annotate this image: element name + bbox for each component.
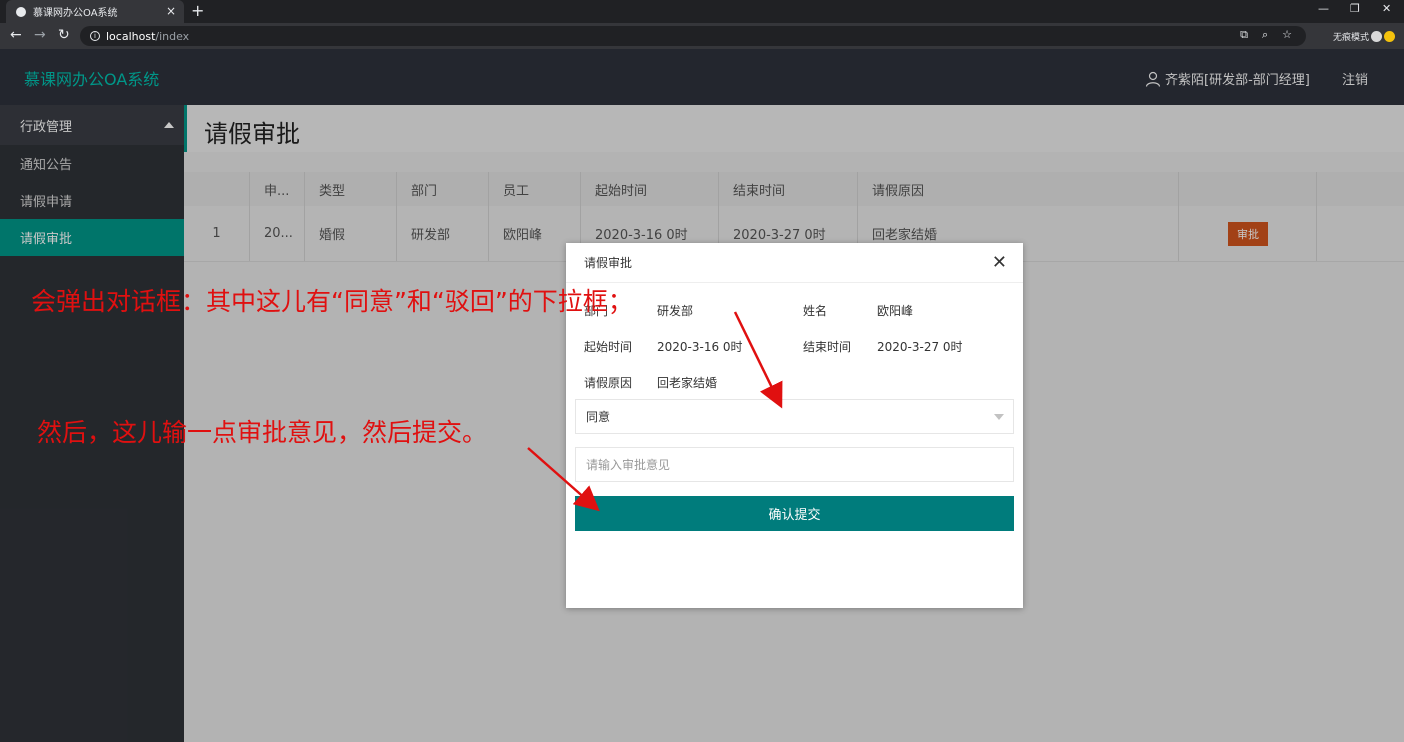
annotation-arrows [527,311,783,512]
arrow-to-select [733,311,783,409]
arrow-to-submit [527,447,600,512]
